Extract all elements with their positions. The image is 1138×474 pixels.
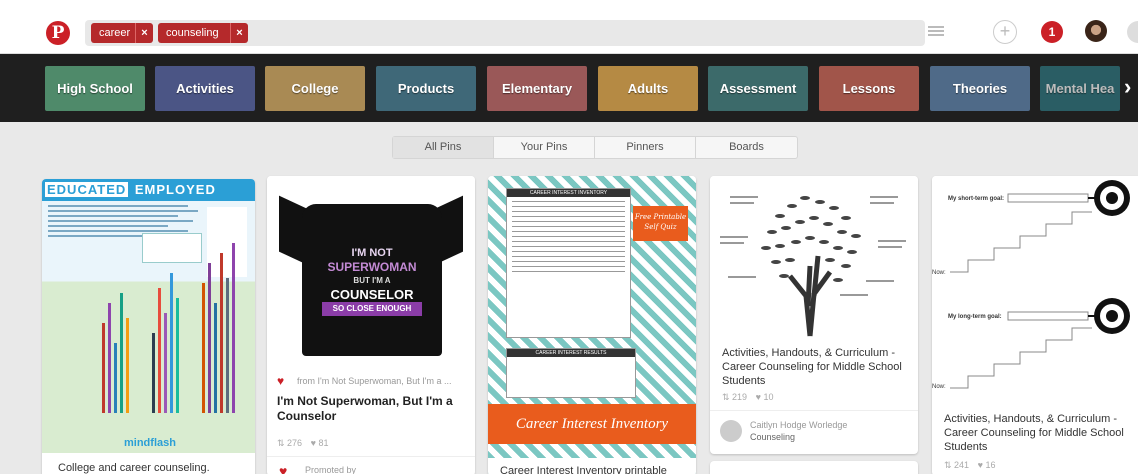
guided-chip-adults[interactable]: Adults [598, 66, 698, 111]
search-tag-label: counseling [166, 27, 219, 39]
repin-count: 276 [287, 438, 303, 448]
infographic-title-right: EMPLOYED [134, 182, 216, 197]
results-sheet: CAREER INTEREST RESULTS [506, 348, 636, 398]
free-printable-tag: Free Printable Self Quiz [633, 206, 688, 241]
pin-stats: ⇅ 219 ♥ 10 [722, 392, 773, 403]
repin-icon: ⇅ [277, 438, 288, 448]
chevron-right-icon[interactable]: › [1124, 74, 1131, 100]
user-avatar[interactable] [1085, 20, 1107, 42]
guided-chip-elementary[interactable]: Elementary [487, 66, 587, 111]
pin-description: Career Interest Inventory printable [500, 465, 667, 474]
goal-stairs [950, 180, 1130, 389]
like-count: 16 [985, 460, 996, 470]
pinner-name[interactable]: Caitlyn Hodge Worledge [750, 420, 847, 430]
infographic-title-left: EDUCATED [45, 182, 129, 197]
top-header: P career × counseling × + 1 [0, 0, 1138, 54]
pinner-avatar[interactable] [720, 420, 742, 442]
remove-tag-icon[interactable]: × [135, 23, 153, 43]
inventory-image: CAREER INTEREST INVENTORY Free Printable… [488, 176, 696, 474]
pin-stats: ⇅ 276 ♥ 81 [277, 438, 328, 449]
tab-boards[interactable]: Boards [696, 137, 797, 158]
repin-count: 219 [732, 392, 748, 402]
infographic-legend [207, 207, 247, 277]
repin-count: 241 [954, 460, 970, 470]
like-count: 81 [318, 438, 329, 448]
guided-chip-college[interactable]: College [265, 66, 365, 111]
promoted-heart-icon: ♥ [279, 463, 288, 474]
search-tag-career[interactable]: career × [91, 23, 153, 43]
remove-tag-icon[interactable]: × [230, 23, 248, 43]
guided-chip-high-school[interactable]: High School [45, 66, 145, 111]
guided-chip-theories[interactable]: Theories [930, 66, 1030, 111]
search-bar[interactable]: career × counseling × [85, 20, 925, 46]
add-pin-icon[interactable]: + [993, 20, 1017, 44]
pin-card-infographic[interactable]: EDUCATED EMPLOYED mindflash College and … [42, 179, 255, 474]
guided-chip-lessons[interactable]: Lessons [819, 66, 919, 111]
tree-illustration [720, 196, 906, 337]
pin-source[interactable]: from I'm Not Superwoman, But I'm a ... [297, 376, 467, 386]
guided-chip-assessment[interactable]: Assessment [708, 66, 808, 111]
career-tree-image [710, 176, 918, 340]
pinterest-logo-icon[interactable]: P [46, 21, 70, 45]
pin-card-partial[interactable] [710, 461, 918, 474]
heart-icon: ♥ [277, 374, 285, 388]
pin-description: College and career counseling. [58, 462, 210, 474]
promoted-label: Promoted by [305, 465, 357, 474]
pin-filter-tabs: All Pins Your Pins Pinners Boards [392, 136, 798, 159]
guided-chip-products[interactable]: Products [376, 66, 476, 111]
notifications-badge[interactable]: 1 [1041, 21, 1063, 43]
pin-card-goals[interactable]: My short-term goal: My long-term goal: N… [932, 176, 1138, 474]
tab-all-pins[interactable]: All Pins [393, 137, 494, 158]
infographic-image [42, 201, 255, 453]
like-count: 10 [763, 392, 774, 402]
guided-chip-mental-health[interactable]: Mental Hea [1040, 66, 1120, 111]
guided-search-bar: High School Activities College Products … [0, 54, 1138, 122]
pin-stats: ⇅ 241 ♥ 16 [944, 460, 995, 471]
shirt-print: I'M NOT SUPERWOMAN BUT I'M A COUNSELOR S… [322, 246, 422, 316]
pin-title[interactable]: I'm Not Superwoman, But I'm a Counselor [277, 394, 469, 424]
repin-icon: ⇅ [944, 460, 955, 470]
infographic-title: EDUCATED EMPLOYED [42, 179, 255, 201]
goals-worksheet-image: My short-term goal: My long-term goal: N… [932, 176, 1138, 404]
pin-card-inventory[interactable]: CAREER INTEREST INVENTORY Free Printable… [488, 176, 696, 474]
tab-your-pins[interactable]: Your Pins [494, 137, 595, 158]
search-tag-counseling[interactable]: counseling × [158, 23, 248, 43]
inventory-sheet: CAREER INTEREST INVENTORY [506, 188, 631, 338]
menu-icon[interactable] [1127, 21, 1138, 43]
infographic-screenshot [142, 233, 202, 263]
search-tag-label: career [99, 27, 131, 39]
repin-icon: ⇅ [722, 392, 733, 402]
guided-chip-activities[interactable]: Activities [155, 66, 255, 111]
pin-card-tree[interactable]: Activities, Handouts, & Curriculum - Car… [710, 176, 918, 454]
board-name[interactable]: Counseling [750, 432, 795, 442]
shirt-image: I'M NOT SUPERWOMAN BUT I'M A COUNSELOR S… [267, 176, 475, 366]
pin-card-shirt[interactable]: I'M NOT SUPERWOMAN BUT I'M A COUNSELOR S… [267, 176, 475, 474]
tab-pinners[interactable]: Pinners [595, 137, 696, 158]
infographic-brand: mindflash [124, 437, 176, 449]
inventory-banner: Career Interest Inventory [488, 404, 696, 444]
pin-title[interactable]: Activities, Handouts, & Curriculum - Car… [944, 412, 1136, 454]
pin-title[interactable]: Activities, Handouts, & Curriculum - Car… [722, 346, 912, 388]
view-list-icon[interactable] [928, 26, 952, 40]
